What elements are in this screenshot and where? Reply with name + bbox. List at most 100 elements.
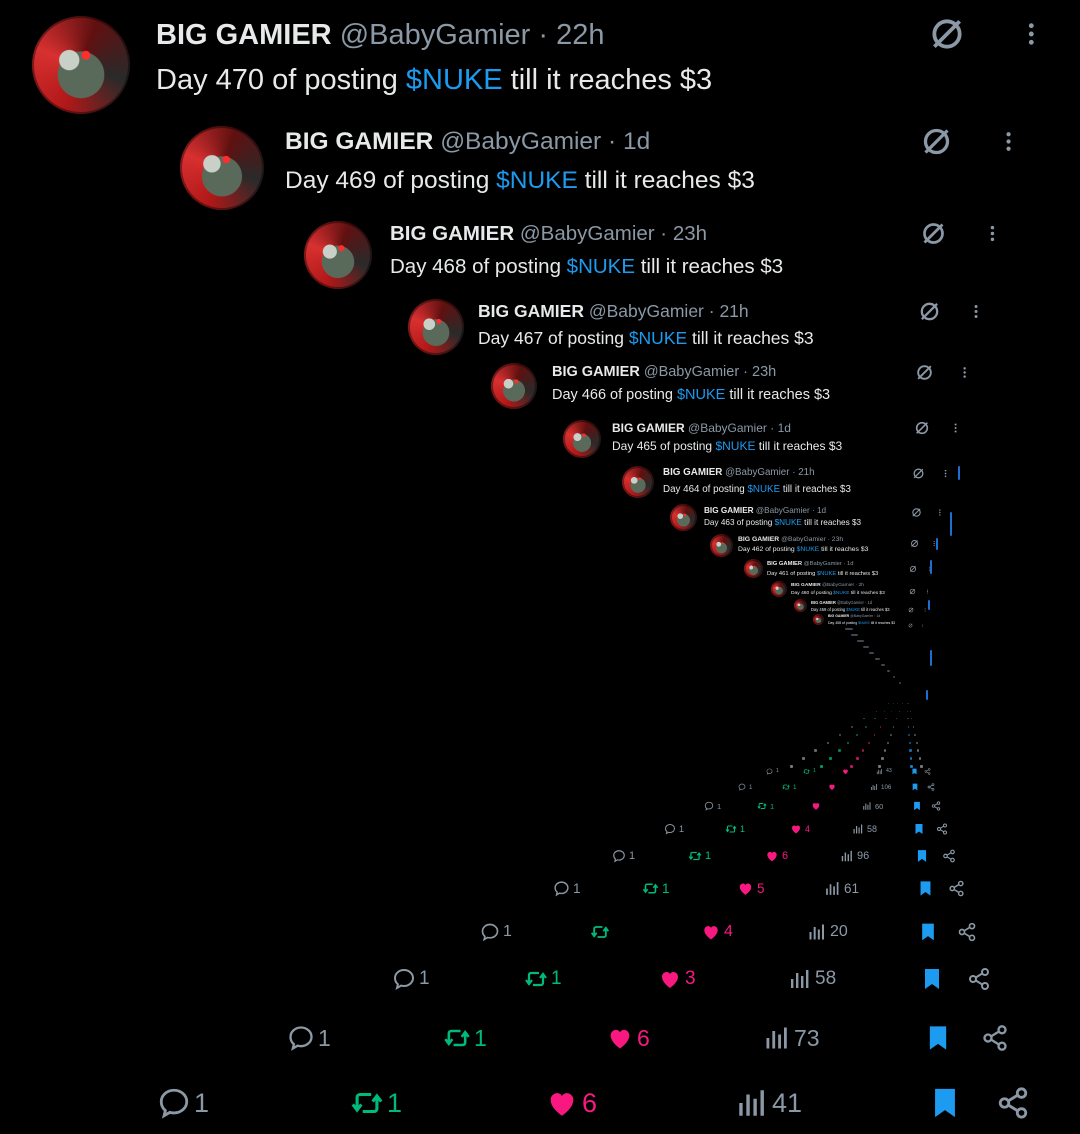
share-button[interactable] <box>981 1024 1009 1052</box>
author-name[interactable]: BIG GAMIER <box>390 222 514 245</box>
bookmark-button[interactable] <box>913 823 925 835</box>
timestamp[interactable]: 1d <box>817 506 826 515</box>
like-button[interactable]: 3 <box>658 967 696 991</box>
bookmark-button[interactable] <box>924 1024 952 1052</box>
author-handle[interactable]: @BabyGamier <box>340 19 531 51</box>
slashed-circle-icon[interactable] <box>911 505 922 517</box>
cashtag-link[interactable]: $NUKE <box>406 64 503 96</box>
slashed-circle-icon[interactable] <box>914 420 930 436</box>
reply-button[interactable]: 1 <box>766 768 779 775</box>
slashed-circle-icon[interactable] <box>909 582 916 594</box>
share-button[interactable] <box>924 767 931 775</box>
repost-button[interactable]: 1 <box>688 849 711 863</box>
share-button[interactable] <box>967 967 991 991</box>
views-button[interactable]: 60 <box>862 801 883 811</box>
views-button[interactable]: 41 <box>735 1086 802 1120</box>
author-name[interactable]: BIG GAMIER <box>552 364 640 380</box>
author-name[interactable]: BIG GAMIER <box>811 600 836 605</box>
avatar[interactable] <box>32 16 130 114</box>
avatar[interactable] <box>670 504 697 531</box>
share-button[interactable] <box>936 823 948 835</box>
author-handle[interactable]: @BabyGamier <box>520 222 655 245</box>
cashtag-link[interactable]: $NUKE <box>715 439 755 453</box>
timestamp[interactable]: 1d <box>847 561 853 567</box>
author-name[interactable]: BIG GAMIER <box>663 467 722 478</box>
author-name[interactable]: BIG GAMIER <box>767 561 802 567</box>
repost-button[interactable]: 1 <box>757 801 774 811</box>
reply-button[interactable]: 1 <box>480 922 512 942</box>
author-handle[interactable]: @BabyGamier <box>440 128 601 155</box>
views-button[interactable]: 58 <box>788 967 836 991</box>
repost-button[interactable] <box>590 922 613 942</box>
bookmark-button[interactable] <box>915 849 929 863</box>
share-button[interactable] <box>927 783 935 791</box>
share-button[interactable] <box>931 801 941 811</box>
repost-button[interactable]: 1 <box>782 783 796 791</box>
timestamp[interactable]: 21h <box>719 301 748 321</box>
bookmark-button[interactable] <box>911 783 919 791</box>
more-vertical-icon[interactable] <box>923 600 927 612</box>
timestamp[interactable]: 21h <box>798 467 814 478</box>
slashed-circle-icon[interactable] <box>920 125 953 158</box>
bookmark-button[interactable] <box>920 967 944 991</box>
cashtag-link[interactable]: $NUKE <box>747 484 780 495</box>
slashed-circle-icon[interactable] <box>928 15 966 53</box>
slashed-circle-icon[interactable] <box>912 467 925 480</box>
bookmark-button[interactable] <box>928 1086 962 1120</box>
timestamp[interactable]: 23h <box>832 536 843 543</box>
share-button[interactable] <box>942 849 956 863</box>
slashed-circle-icon[interactable] <box>908 600 914 613</box>
timestamp[interactable]: 22h <box>556 19 604 51</box>
author-handle[interactable]: @BabyGamier <box>804 561 842 567</box>
avatar[interactable] <box>180 126 264 210</box>
views-button[interactable]: 61 <box>824 880 859 897</box>
views-button[interactable]: 73 <box>763 1024 820 1052</box>
reply-button[interactable]: 1 <box>287 1024 331 1052</box>
repost-button[interactable]: 1 <box>350 1086 402 1120</box>
timestamp[interactable]: 1d <box>868 600 873 605</box>
timestamp[interactable]: 1d <box>778 421 791 435</box>
views-button[interactable]: 58 <box>852 823 877 835</box>
cashtag-link[interactable]: $NUKE <box>846 607 860 612</box>
reply-button[interactable]: 1 <box>704 801 721 811</box>
slashed-circle-icon[interactable] <box>918 300 941 323</box>
cashtag-link[interactable]: $NUKE <box>775 518 802 527</box>
cashtag-link[interactable]: $NUKE <box>833 591 849 596</box>
slashed-circle-icon[interactable] <box>908 615 913 627</box>
bookmark-button[interactable] <box>918 922 938 942</box>
author-handle[interactable]: @BabyGamier <box>589 301 704 321</box>
more-vertical-icon[interactable] <box>950 420 961 436</box>
author-name[interactable]: BIG GAMIER <box>704 506 754 515</box>
cashtag-link[interactable]: $NUKE <box>629 328 687 348</box>
more-vertical-icon[interactable] <box>958 363 971 382</box>
repost-button[interactable]: 1 <box>443 1024 487 1052</box>
cashtag-link[interactable]: $NUKE <box>677 387 725 403</box>
cashtag-link[interactable]: $NUKE <box>496 167 578 194</box>
slashed-circle-icon[interactable] <box>910 535 919 547</box>
cashtag-link[interactable]: $NUKE <box>567 255 635 278</box>
author-handle[interactable]: @BabyGamier <box>688 421 767 435</box>
timestamp[interactable]: 1d <box>623 128 650 155</box>
author-handle[interactable]: @BabyGamier <box>756 506 810 515</box>
repost-button[interactable]: 1 <box>642 880 670 897</box>
repost-button[interactable]: 1 <box>524 967 562 991</box>
reply-button[interactable]: 1 <box>612 849 635 863</box>
views-button[interactable]: 96 <box>840 849 869 863</box>
views-button[interactable]: 43 <box>876 768 892 775</box>
author-name[interactable]: BIG GAMIER <box>791 583 821 588</box>
like-button[interactable]: 6 <box>545 1086 597 1120</box>
more-vertical-icon[interactable] <box>941 467 950 480</box>
avatar[interactable] <box>563 420 601 458</box>
author-handle[interactable]: @BabyGamier <box>822 583 854 588</box>
avatar[interactable] <box>622 466 654 498</box>
like-button[interactable]: 5 <box>737 880 765 897</box>
avatar[interactable] <box>408 299 464 355</box>
author-name[interactable]: BIG GAMIER <box>285 128 433 155</box>
reply-button[interactable]: 1 <box>157 1086 209 1120</box>
views-button[interactable]: 20 <box>807 922 848 942</box>
avatar[interactable] <box>710 534 733 557</box>
timestamp[interactable]: 2h <box>859 583 864 588</box>
slashed-circle-icon[interactable] <box>909 560 917 573</box>
more-vertical-icon[interactable] <box>997 125 1020 158</box>
author-handle[interactable]: @BabyGamier <box>644 364 739 380</box>
